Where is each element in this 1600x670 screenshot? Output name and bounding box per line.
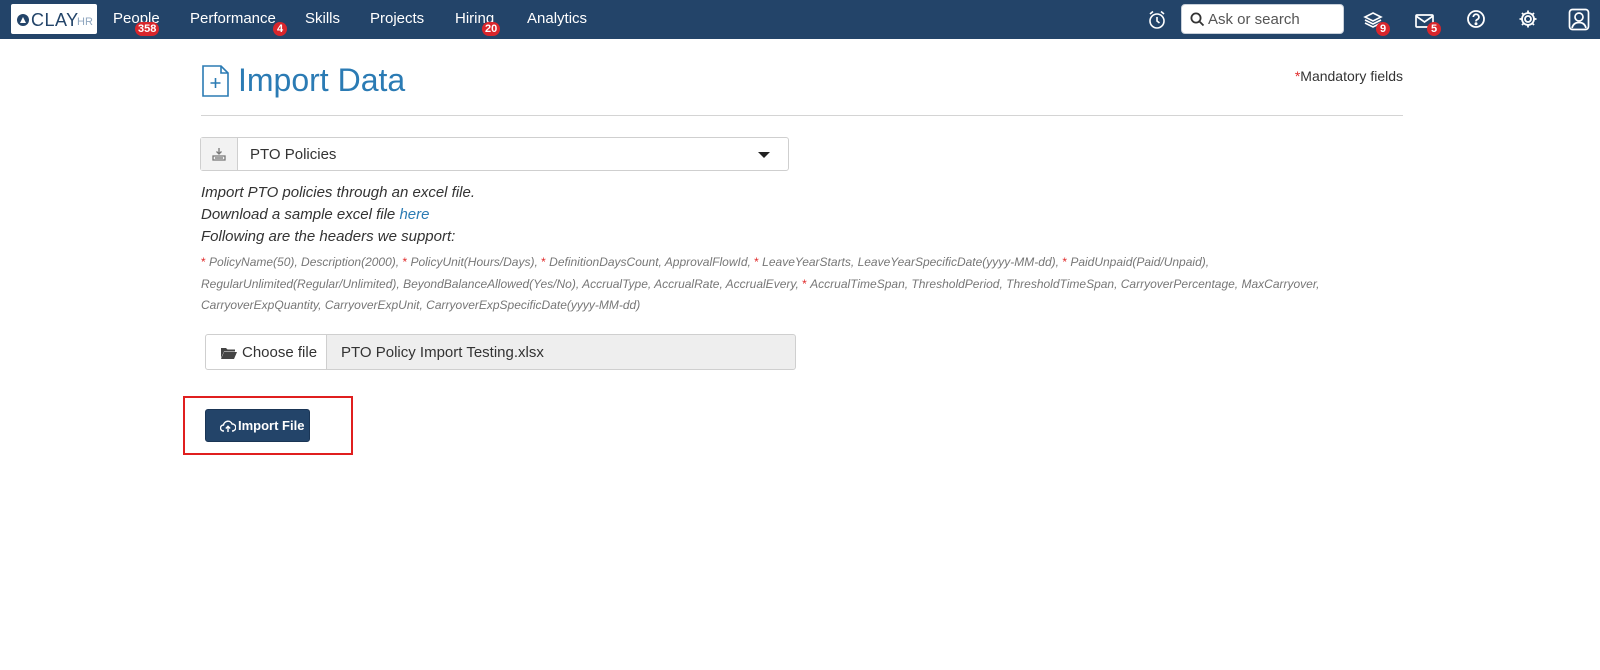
required-asterisk: * — [541, 255, 550, 269]
logo-suffix: HR — [77, 16, 93, 28]
nav-item-skills[interactable]: Skills — [305, 0, 340, 39]
notification-badge: 9 — [1376, 22, 1390, 36]
choose-file-button[interactable]: Choose file — [205, 334, 327, 370]
sample-file-link[interactable]: here — [399, 206, 429, 223]
search-input[interactable] — [1208, 8, 1338, 30]
nav-item-projects[interactable]: Projects — [370, 0, 424, 39]
gear-icon[interactable] — [1515, 7, 1541, 33]
global-search[interactable] — [1181, 4, 1344, 34]
import-type-select[interactable]: PTO Policies — [200, 137, 789, 171]
nav-label: Analytics — [527, 10, 588, 27]
import-file-label: Import File — [238, 418, 305, 433]
header-field: DefinitionDaysCount, ApprovalFlowId, — [549, 255, 755, 269]
import-description: Import PTO policies through an excel fil… — [201, 184, 476, 201]
sample-file-text: Download a sample excel file — [201, 206, 400, 223]
selected-file-name: PTO Policy Import Testing.xlsx — [326, 334, 796, 370]
notification-badge: 4 — [273, 22, 287, 36]
file-name-text: PTO Policy Import Testing.xlsx — [341, 344, 544, 361]
notification-badge: 358 — [135, 22, 160, 36]
required-asterisk: * — [201, 255, 210, 269]
import-type-icon — [212, 148, 226, 161]
caret-down-icon — [758, 152, 770, 158]
headers-intro: Following are the headers we support: — [201, 228, 456, 245]
notification-badge: 20 — [482, 22, 501, 36]
add-document-icon — [201, 64, 231, 103]
mail-icon[interactable]: 5 — [1412, 7, 1441, 36]
nav-item-people[interactable]: People 358 — [113, 0, 160, 39]
nav-item-hiring[interactable]: Hiring 20 — [455, 0, 501, 39]
choose-file-label: Choose file — [242, 344, 318, 361]
header-field: LeaveYearStarts, LeaveYearSpecificDate(y… — [762, 255, 1063, 269]
header-field: Description(2000), — [301, 255, 403, 269]
page-title: Import Data — [238, 62, 406, 98]
header-divider — [201, 115, 1403, 116]
mandatory-fields-note: *Mandatory fields — [1295, 68, 1403, 84]
file-input-group: Choose file PTO Policy Import Testing.xl… — [205, 334, 796, 370]
select-addon — [201, 138, 238, 170]
nav-label: Skills — [305, 10, 341, 27]
supported-headers: * PolicyName(50), Description(2000), * P… — [201, 252, 1361, 317]
mandatory-label: Mandatory fields — [1300, 68, 1403, 84]
cloud-upload-icon — [220, 420, 236, 432]
header-field: PolicyUnit(Hours/Days), — [410, 255, 542, 269]
nav-item-performance[interactable]: Performance 4 — [190, 0, 287, 39]
top-navbar: CLAY HR People 358 Performance 4 Skills … — [0, 0, 1600, 39]
logo-mark-icon — [17, 14, 29, 26]
help-icon[interactable] — [1463, 7, 1489, 33]
sample-file-line: Download a sample excel file here — [201, 206, 429, 223]
logo-text: CLAY — [31, 10, 79, 30]
nav-item-analytics[interactable]: Analytics — [527, 0, 587, 39]
required-asterisk: * — [754, 255, 763, 269]
notification-badge: 5 — [1427, 22, 1441, 36]
required-asterisk: * — [802, 276, 811, 291]
header-field: PolicyName(50), — [209, 255, 302, 269]
import-file-button[interactable]: Import File — [205, 409, 310, 442]
selected-import-type: PTO Policies — [250, 146, 337, 163]
clayhr-logo[interactable]: CLAY HR — [11, 4, 97, 34]
nav-label: Performance — [190, 10, 276, 27]
alarm-clock-icon[interactable] — [1144, 7, 1170, 33]
layers-icon[interactable]: 9 — [1360, 7, 1390, 36]
user-icon[interactable] — [1566, 7, 1592, 33]
folder-open-icon — [221, 348, 237, 359]
nav-label: Projects — [370, 10, 425, 27]
search-icon — [1190, 12, 1205, 32]
